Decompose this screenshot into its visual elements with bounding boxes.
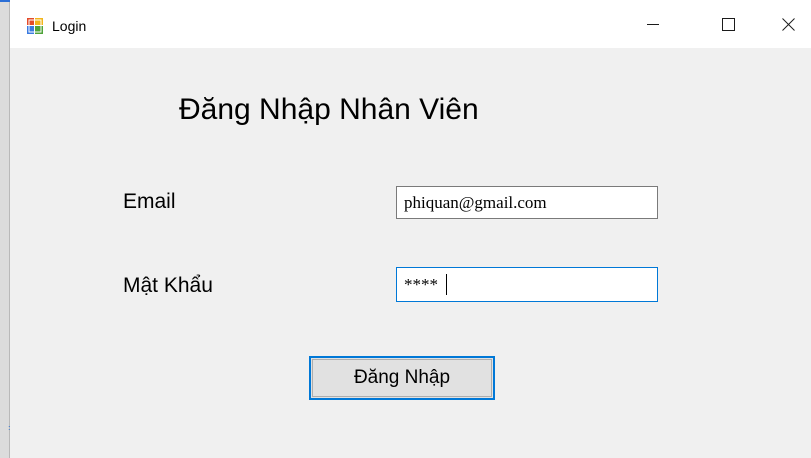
email-label: Email <box>123 190 176 213</box>
maximize-icon <box>721 17 735 31</box>
login-button-label: Đăng Nhập <box>353 367 451 388</box>
password-field[interactable] <box>396 267 658 302</box>
background-glyph-fragment: ꞉ <box>8 423 11 433</box>
email-field[interactable] <box>396 186 658 219</box>
minimize-button[interactable] <box>630 0 676 48</box>
close-icon <box>781 17 795 31</box>
login-button[interactable]: Đăng Nhập <box>309 356 495 400</box>
login-window: Login Đăng Nhập Nhân Viên Email Mật Khẩu… <box>0 0 811 458</box>
form-client-area: Đăng Nhập Nhân Viên Email Mật Khẩu Đăng … <box>10 48 811 458</box>
window-title: Login <box>52 18 87 34</box>
close-button[interactable] <box>765 0 811 48</box>
text-caret <box>446 274 447 295</box>
winforms-app-icon <box>27 18 43 34</box>
page-title: Đăng Nhập Nhân Viên <box>179 93 479 126</box>
maximize-button[interactable] <box>705 0 751 48</box>
minimize-icon <box>647 24 659 25</box>
title-bar[interactable]: Login <box>10 0 811 48</box>
background-selection-mark <box>0 0 10 2</box>
password-label: Mật Khẩu <box>123 274 213 297</box>
background-window-edge <box>0 0 9 458</box>
